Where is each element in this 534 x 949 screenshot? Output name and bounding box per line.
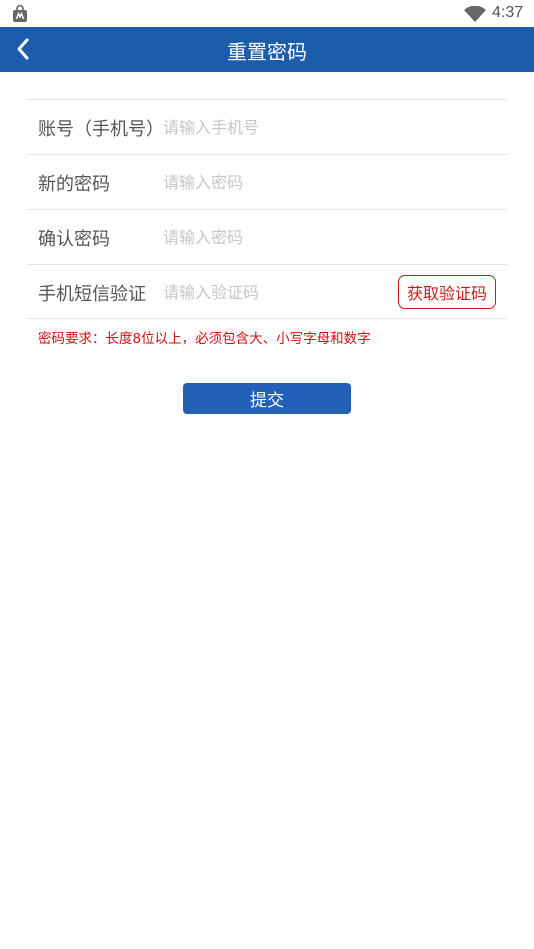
new-password-label: 新的密码 [38,174,110,195]
new-password-row: 新的密码 [27,154,508,209]
account-row: 账号（手机号） [27,99,508,154]
wifi-icon [464,6,486,22]
submit-button[interactable]: 提交 [183,383,351,414]
app-header: 重置密码 [0,27,534,72]
sms-code-label: 手机短信验证 [38,284,146,305]
password-requirement-hint: 密码要求：长度8位以上，必须包含大、小写字母和数字 [38,331,371,347]
get-sms-code-button[interactable]: 获取验证码 [398,275,496,309]
store-bag-icon [13,5,27,22]
page-title: 重置密码 [227,40,307,64]
confirm-password-input[interactable] [163,222,393,252]
status-time: 4:37 [492,4,524,21]
account-label: 账号（手机号） [38,119,164,140]
sms-code-row: 手机短信验证 获取验证码 [27,264,508,319]
sms-code-input[interactable] [163,277,393,307]
confirm-password-label: 确认密码 [38,229,110,250]
reset-password-form: 账号（手机号） 新的密码 确认密码 手机短信验证 获取验证码 [27,99,508,319]
status-bar: 4:37 [0,0,534,27]
account-input[interactable] [163,112,393,142]
confirm-password-row: 确认密码 [27,209,508,264]
new-password-input[interactable] [163,167,393,197]
